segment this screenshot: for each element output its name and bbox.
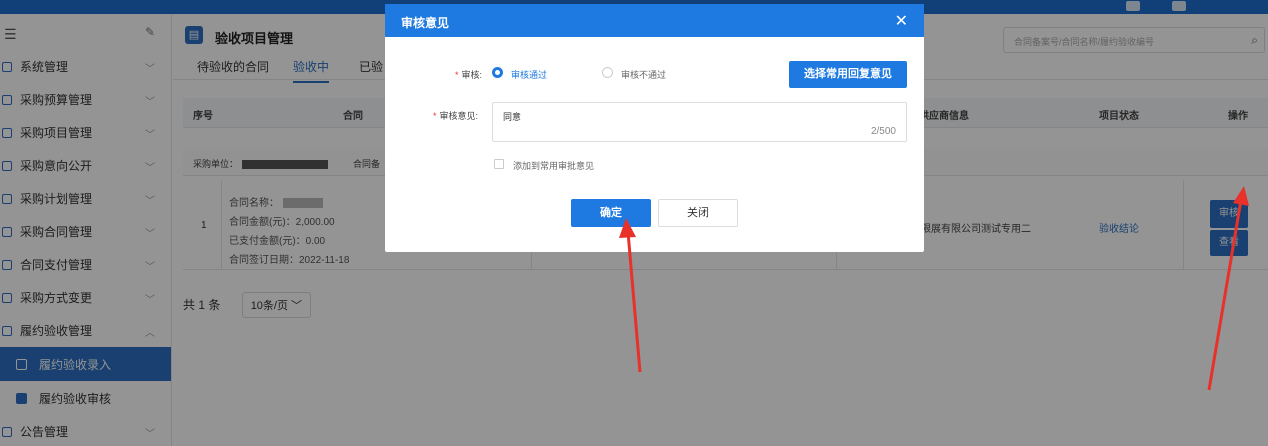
char-counter: 2/500 — [870, 126, 896, 137]
radio-pass[interactable] — [492, 67, 503, 78]
opinion-label: * 审核意见: — [433, 111, 479, 121]
close-button[interactable]: 关闭 — [658, 199, 738, 227]
option-pass-label[interactable]: 审核通过 — [511, 68, 547, 81]
dialog-header: 审核意见 ✕ — [385, 4, 924, 37]
add-common-label[interactable]: 添加到常用审批意见 — [513, 159, 594, 172]
radio-fail[interactable] — [602, 67, 613, 78]
opinion-value: 同意 — [503, 112, 522, 122]
opinion-textarea[interactable]: 同意 2/500 — [492, 102, 907, 142]
close-icon[interactable]: ✕ — [895, 11, 908, 31]
dialog-title: 审核意见 — [401, 16, 450, 30]
review-dialog: 审核意见 ✕ * 审核: 审核通过 审核不通过 选择常用回复意见 * 审核意见: 同… — [385, 4, 924, 252]
add-common-checkbox[interactable] — [494, 159, 504, 169]
option-fail-label[interactable]: 审核不通过 — [621, 68, 666, 81]
audit-label: * 审核: — [455, 70, 483, 80]
quick-reply-button[interactable]: 选择常用回复意见 — [789, 61, 907, 88]
confirm-button[interactable]: 确定 — [571, 199, 651, 227]
